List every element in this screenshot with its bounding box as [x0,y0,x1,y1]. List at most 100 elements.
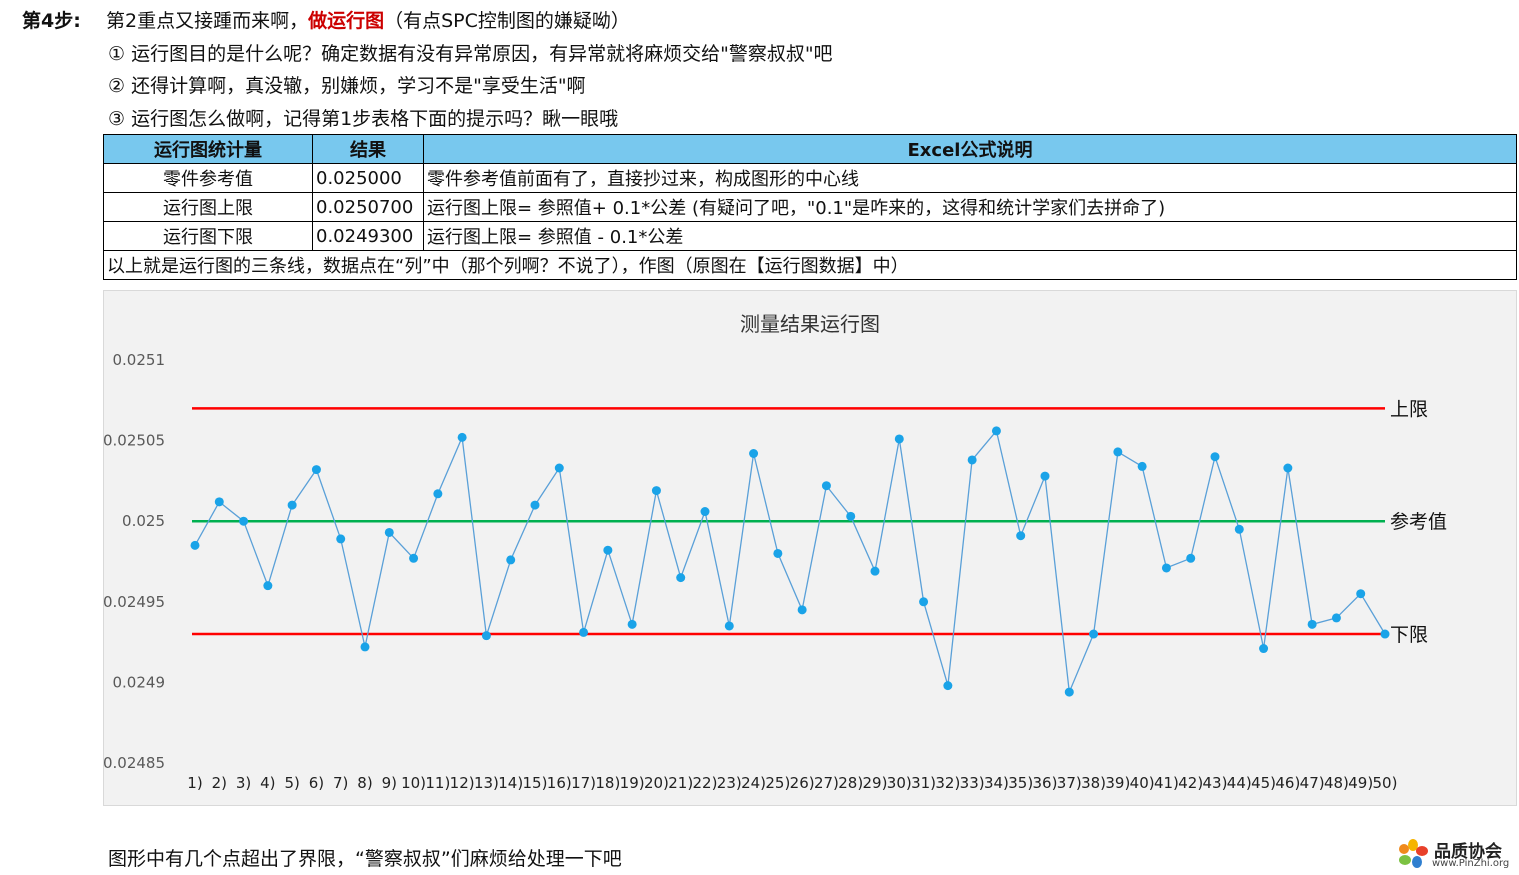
data-point [1307,619,1317,629]
data-point [967,455,977,465]
reference-line-label: 上限 [1390,398,1428,420]
point-2: ② 还得计算啊，真没辙，别嫌烦，学习不是"享受生活"啊 [108,75,586,97]
x-tick-label: 27) [814,774,839,792]
data-point [1380,629,1390,639]
x-tick-label: 12) [450,774,475,792]
x-tick-label: 39) [1105,774,1130,792]
x-tick-label: 35) [1008,774,1033,792]
x-tick-label: 24) [741,774,766,792]
data-point [627,619,637,629]
table-header: 运行图统计量 [103,134,313,164]
x-axis-ticks: 1) 2) 3) 4) 5) 6) 7) 8) 9) 10) 11) 12) 13) 14) 15) 16) 1… [187,774,1397,792]
x-tick-label: 44) [1227,774,1252,792]
chart-title: 测量结果运行图 [740,312,880,336]
data-point [991,426,1001,436]
data-point [1186,553,1196,563]
data-point [481,631,491,641]
x-tick-label: 40) [1130,774,1155,792]
series-line [194,429,1386,695]
data-point [943,681,953,691]
x-tick-label: 50) [1373,774,1398,792]
y-tick-label: 0.0249 [113,673,166,691]
y-tick-label: 0.0251 [113,351,166,369]
x-tick-label: 18) [595,774,620,792]
x-tick-label: 16) [547,774,572,792]
x-tick-label: 4) [260,774,275,792]
table-row: 零件参考值 0.025000 零件参考值前面有了，直接抄过来，构成图形的中心线 [103,163,1517,193]
table-footer: 以上就是运行图的三条线，数据点在“列”中（那个列啊？不说了），作图（原图在【运行… [103,250,1517,280]
data-series [190,426,1390,697]
data-point [773,548,783,558]
table-cell: 0.025000 [312,163,424,193]
bottom-note: 图形中有几个点超出了界限，“警察叔叔”们麻烦给处理一下吧 [108,848,622,870]
x-tick-label: 46) [1275,774,1300,792]
data-point [263,581,273,591]
data-point [1210,452,1220,462]
x-tick-label: 20) [644,774,669,792]
data-point [1234,524,1244,534]
logo: 品质协会 www.PinZhi.org [1396,836,1518,872]
data-point [287,500,297,510]
x-tick-label: 42) [1178,774,1203,792]
x-tick-label: 13) [474,774,499,792]
data-point [336,534,346,544]
y-tick-label: 0.02505 [104,432,165,450]
table-row: 运行图下限 0.0249300 运行图上限= 参照值 - 0.1*公差 [103,221,1517,251]
data-point [239,516,249,526]
x-tick-label: 23) [717,774,742,792]
table-cell: 运行图下限 [103,221,313,251]
x-tick-label: 3) [236,774,251,792]
data-point [919,597,929,607]
x-tick-label: 34) [984,774,1009,792]
y-tick-label: 0.025 [122,512,165,530]
y-tick-label: 0.02495 [104,593,165,611]
data-point [214,497,224,507]
data-point [384,527,394,537]
x-tick-label: 11) [425,774,450,792]
x-tick-label: 47) [1300,774,1325,792]
logo-url: www.PinZhi.org [1432,858,1510,869]
x-tick-label: 38) [1081,774,1106,792]
step-text-after: （有点SPC控制图的嫌疑呦） [384,10,630,32]
table-header: 结果 [312,134,424,164]
stats-table: 运行图统计量 结果 Excel公式说明 零件参考值 0.025000 零件参考值… [103,134,1517,280]
x-tick-label: 14) [498,774,523,792]
point-1: ① 运行图目的是什么呢？确定数据有没有异常原因，有异常就将麻烦交给"警察叔叔"吧 [108,43,833,65]
x-tick-label: 26) [790,774,815,792]
data-point [1161,563,1171,573]
table-header: Excel公式说明 [423,134,1517,164]
data-point [676,573,686,583]
x-tick-label: 15) [523,774,548,792]
data-point [1137,461,1147,471]
data-point [894,434,904,444]
table-header-row: 运行图统计量 结果 Excel公式说明 [103,134,1517,164]
data-point [1016,531,1026,541]
x-tick-label: 10) [401,774,426,792]
x-tick-label: 41) [1154,774,1179,792]
run-chart: 测量结果运行图 0.0251 0.02505 0.025 0.02495 0.0249 0… [103,290,1517,806]
data-point [1089,629,1099,639]
data-point [457,432,467,442]
logo-flower-icon [1399,839,1428,868]
reference-line-label: 参考值 [1390,511,1447,533]
x-tick-label: 32) [935,774,960,792]
data-point [1113,447,1123,457]
data-point [433,489,443,499]
x-tick-label: 19) [620,774,645,792]
data-point [797,605,807,615]
data-point [190,540,200,550]
data-point [1064,687,1074,697]
table-row: 运行图上限 0.0250700 运行图上限= 参照值+ 0.1*公差 (有疑问了… [103,192,1517,222]
x-tick-label: 9) [382,774,397,792]
step-highlight: 做运行图 [308,10,385,32]
x-tick-label: 30) [887,774,912,792]
table-cell: 0.0250700 [312,192,424,222]
x-tick-label: 48) [1324,774,1349,792]
data-point [749,448,759,458]
step-label: 第4步: [22,10,81,32]
x-tick-label: 7) [333,774,348,792]
x-tick-label: 43) [1203,774,1228,792]
step-heading: 第4步: 第2重点又接踵而来啊，做运行图（有点SPC控制图的嫌疑呦） [22,6,630,33]
table-footer-row: 以上就是运行图的三条线，数据点在“列”中（那个列啊？不说了），作图（原图在【运行… [103,250,1517,280]
y-axis-ticks: 0.0251 0.02505 0.025 0.02495 0.0249 0.02485 [104,351,165,772]
